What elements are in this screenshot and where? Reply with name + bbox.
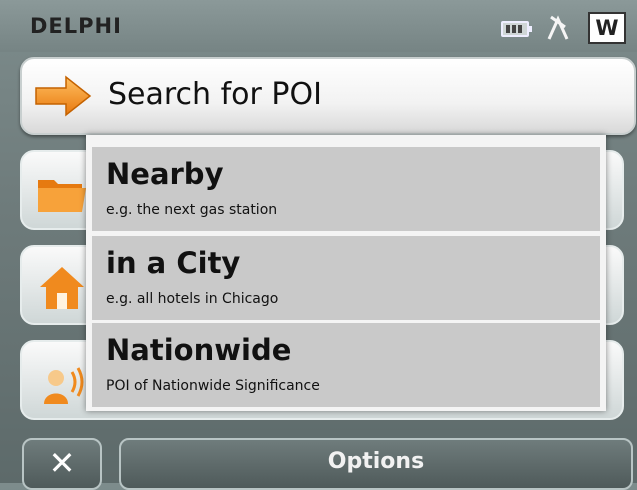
option-title: Nearby bbox=[106, 157, 224, 191]
bottom-bar: ✕ Options bbox=[0, 430, 637, 490]
close-icon: ✕ bbox=[48, 444, 76, 482]
options-button[interactable]: Options bbox=[119, 438, 633, 490]
page-title: Search for POI bbox=[108, 77, 322, 112]
compass-heading[interactable]: W bbox=[588, 12, 626, 44]
battery-icon bbox=[501, 21, 532, 37]
option-title: in a City bbox=[106, 246, 241, 280]
gps-signal-icon bbox=[547, 15, 569, 40]
search-poi-header: Search for POI bbox=[20, 57, 636, 135]
home-icon bbox=[40, 267, 84, 309]
folder-icon bbox=[38, 180, 86, 212]
arrow-right-icon bbox=[35, 75, 92, 117]
brand-logo: DELPHI bbox=[30, 14, 122, 38]
option-subtitle: POI of Nationwide Significance bbox=[106, 378, 320, 394]
option-nationwide[interactable]: Nationwide POI of Nationwide Significanc… bbox=[92, 323, 600, 407]
option-nearby[interactable]: Nearby e.g. the next gas station bbox=[92, 147, 600, 231]
poi-search-menu: Nearby e.g. the next gas station in a Ci… bbox=[86, 135, 606, 411]
option-in-a-city[interactable]: in a City e.g. all hotels in Chicago bbox=[92, 236, 600, 320]
status-bar: DELPHI W bbox=[0, 0, 637, 52]
close-button[interactable]: ✕ bbox=[22, 438, 102, 490]
option-title: Nationwide bbox=[106, 333, 292, 367]
option-subtitle: e.g. the next gas station bbox=[106, 202, 278, 218]
contacts-icon bbox=[44, 367, 84, 404]
option-subtitle: e.g. all hotels in Chicago bbox=[106, 291, 279, 307]
